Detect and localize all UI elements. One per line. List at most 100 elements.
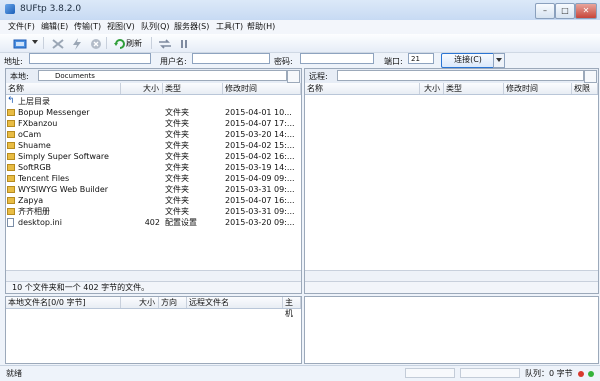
pause-button[interactable] [174, 35, 194, 53]
remote-status-bar [305, 281, 598, 293]
file-modified: 2015-04-07 17:... [225, 119, 295, 128]
file-name: Zapya [18, 196, 44, 205]
connect-button[interactable]: 连接(C) [441, 53, 495, 68]
port-input[interactable]: 21 [408, 53, 434, 64]
address-label: 地址: [4, 57, 23, 66]
file-row[interactable]: Simply Super Software 文件夹 2015-04-02 16:..… [6, 151, 301, 162]
file-type: 配置设置 [165, 218, 197, 227]
refresh-label: 刷新 [126, 39, 142, 48]
local-label: 本地: [10, 72, 29, 81]
file-name: SoftRGB [18, 163, 52, 172]
file-name: FXbanzou [18, 119, 58, 128]
file-type: 文件夹 [165, 141, 189, 150]
file-type: 文件夹 [165, 130, 189, 139]
column-direction[interactable]: 方向 [159, 297, 187, 308]
minimize-button[interactable]: – [535, 3, 555, 19]
transfer-icon [159, 39, 171, 49]
remote-column-header: 名称 大小 类型 修改时间 权限 [305, 83, 598, 95]
file-name: 上层目录 [18, 97, 50, 106]
username-input[interactable] [192, 53, 270, 64]
folder-icon [7, 186, 15, 193]
disconnect-button[interactable] [48, 35, 68, 53]
file-row[interactable]: FXbanzou 文件夹 2015-04-07 17:... [6, 118, 301, 129]
cancel-button[interactable] [86, 35, 106, 53]
column-modified[interactable]: 修改时间 [223, 83, 301, 94]
column-type[interactable]: 类型 [444, 83, 504, 94]
queue-column-header: 本地文件名[0/0 字节] 大小 方向 远程文件名 主机 [6, 297, 301, 318]
title-bar[interactable]: 8UFtp 3.8.2.0 – □ ✕ [0, 0, 600, 21]
column-size[interactable]: 大小 [420, 83, 444, 94]
connection-bar: 地址: 用户名: 密码: 端口: 21 连接(C) [0, 52, 600, 68]
transfer-button[interactable] [155, 35, 175, 53]
column-permissions[interactable]: 权限 [572, 83, 598, 94]
file-type: 文件夹 [165, 174, 189, 183]
local-path-combobox[interactable]: Documents [38, 70, 287, 81]
close-button[interactable]: ✕ [575, 3, 597, 19]
local-horizontal-scrollbar[interactable] [6, 270, 301, 281]
file-name: Shuame [18, 141, 51, 150]
menu-tools[interactable]: 工具(T) [216, 21, 243, 33]
file-row[interactable]: Tencent Files 文件夹 2015-04-09 09:... [6, 173, 301, 184]
menu-server[interactable]: 服务器(S) [174, 21, 209, 33]
file-type: 文件夹 [165, 207, 189, 216]
file-row[interactable]: Bopup Messenger 文件夹 2015-04-01 10... [6, 107, 301, 118]
file-name: oCam [18, 130, 42, 139]
pause-icon [181, 40, 187, 48]
column-local-filename[interactable]: 本地文件名[0/0 字节] [6, 297, 121, 308]
remote-path-dropdown[interactable] [584, 70, 597, 83]
folder-icon [7, 131, 15, 138]
menu-edit[interactable]: 编辑(E) [41, 21, 68, 33]
app-logo-icon [5, 4, 15, 14]
column-name[interactable]: 名称 [305, 83, 420, 94]
file-name: 齐齐相册 [18, 207, 50, 216]
file-row[interactable]: Zapya 文件夹 2015-04-07 16:... [6, 195, 301, 206]
file-row[interactable]: 齐齐相册 文件夹 2015-03-31 09:... [6, 206, 301, 217]
file-modified: 2015-03-31 09:... [225, 185, 295, 194]
remote-horizontal-scrollbar[interactable] [305, 270, 598, 281]
menu-view[interactable]: 视图(V) [107, 21, 135, 33]
window-title: 8UFtp 3.8.2.0 [20, 4, 82, 14]
status-ready: 就绪 [6, 369, 22, 378]
local-status-text: 10 个文件夹和一个 402 字节的文件。 [6, 281, 301, 293]
password-input[interactable] [300, 53, 374, 64]
cancel-icon [91, 39, 101, 49]
file-modified: 2015-04-01 10... [225, 108, 292, 117]
site-manager-button[interactable] [10, 35, 30, 53]
quick-connect-icon [73, 38, 81, 50]
site-manager-dropdown[interactable] [28, 35, 40, 53]
column-host[interactable]: 主机 [283, 297, 301, 318]
address-input[interactable] [29, 53, 151, 64]
remote-panel: 远程: 名称 大小 类型 修改时间 权限 [304, 68, 599, 294]
column-size[interactable]: 大小 [121, 297, 159, 308]
folder-icon [7, 153, 15, 160]
file-modified: 2015-04-07 16:... [225, 196, 295, 205]
column-name[interactable]: 名称 [6, 83, 121, 94]
remote-path-combobox[interactable] [337, 70, 584, 81]
file-row[interactable]: desktop.ini 402 配置设置 2015-03-20 09:... [6, 217, 301, 228]
file-name: desktop.ini [18, 218, 62, 227]
file-modified: 2015-04-09 09:... [225, 174, 295, 183]
local-path-dropdown[interactable] [287, 70, 300, 83]
menu-help[interactable]: 帮助(H) [247, 21, 275, 33]
status-cell [460, 368, 520, 378]
menu-file[interactable]: 文件(F) [8, 21, 35, 33]
file-modified: 2015-03-20 14:... [225, 130, 295, 139]
status-bar: 就绪 队列：0 字节 [0, 365, 600, 381]
file-row[interactable]: oCam 文件夹 2015-03-20 14:... [6, 129, 301, 140]
quick-connect-button[interactable] [67, 35, 87, 53]
file-type: 文件夹 [165, 196, 189, 205]
local-column-header: 名称 大小 类型 修改时间 [6, 83, 301, 95]
maximize-button[interactable]: □ [555, 3, 575, 19]
column-type[interactable]: 类型 [163, 83, 223, 94]
file-row[interactable]: Shuame 文件夹 2015-04-02 15:... [6, 140, 301, 151]
disconnect-icon [52, 39, 64, 49]
menu-transfer[interactable]: 传输(T) [74, 21, 101, 33]
column-size[interactable]: 大小 [121, 83, 163, 94]
file-row[interactable]: ↰ 上层目录 [6, 96, 301, 107]
menu-queue[interactable]: 队列(Q) [141, 21, 170, 33]
connect-dropdown-button[interactable] [493, 53, 505, 68]
column-modified[interactable]: 修改时间 [504, 83, 572, 94]
column-remote-filename[interactable]: 远程文件名 [187, 297, 283, 308]
file-row[interactable]: SoftRGB 文件夹 2015-03-19 14:... [6, 162, 301, 173]
file-row[interactable]: WYSIWYG Web Builder 文件夹 2015-03-31 09:... [6, 184, 301, 195]
